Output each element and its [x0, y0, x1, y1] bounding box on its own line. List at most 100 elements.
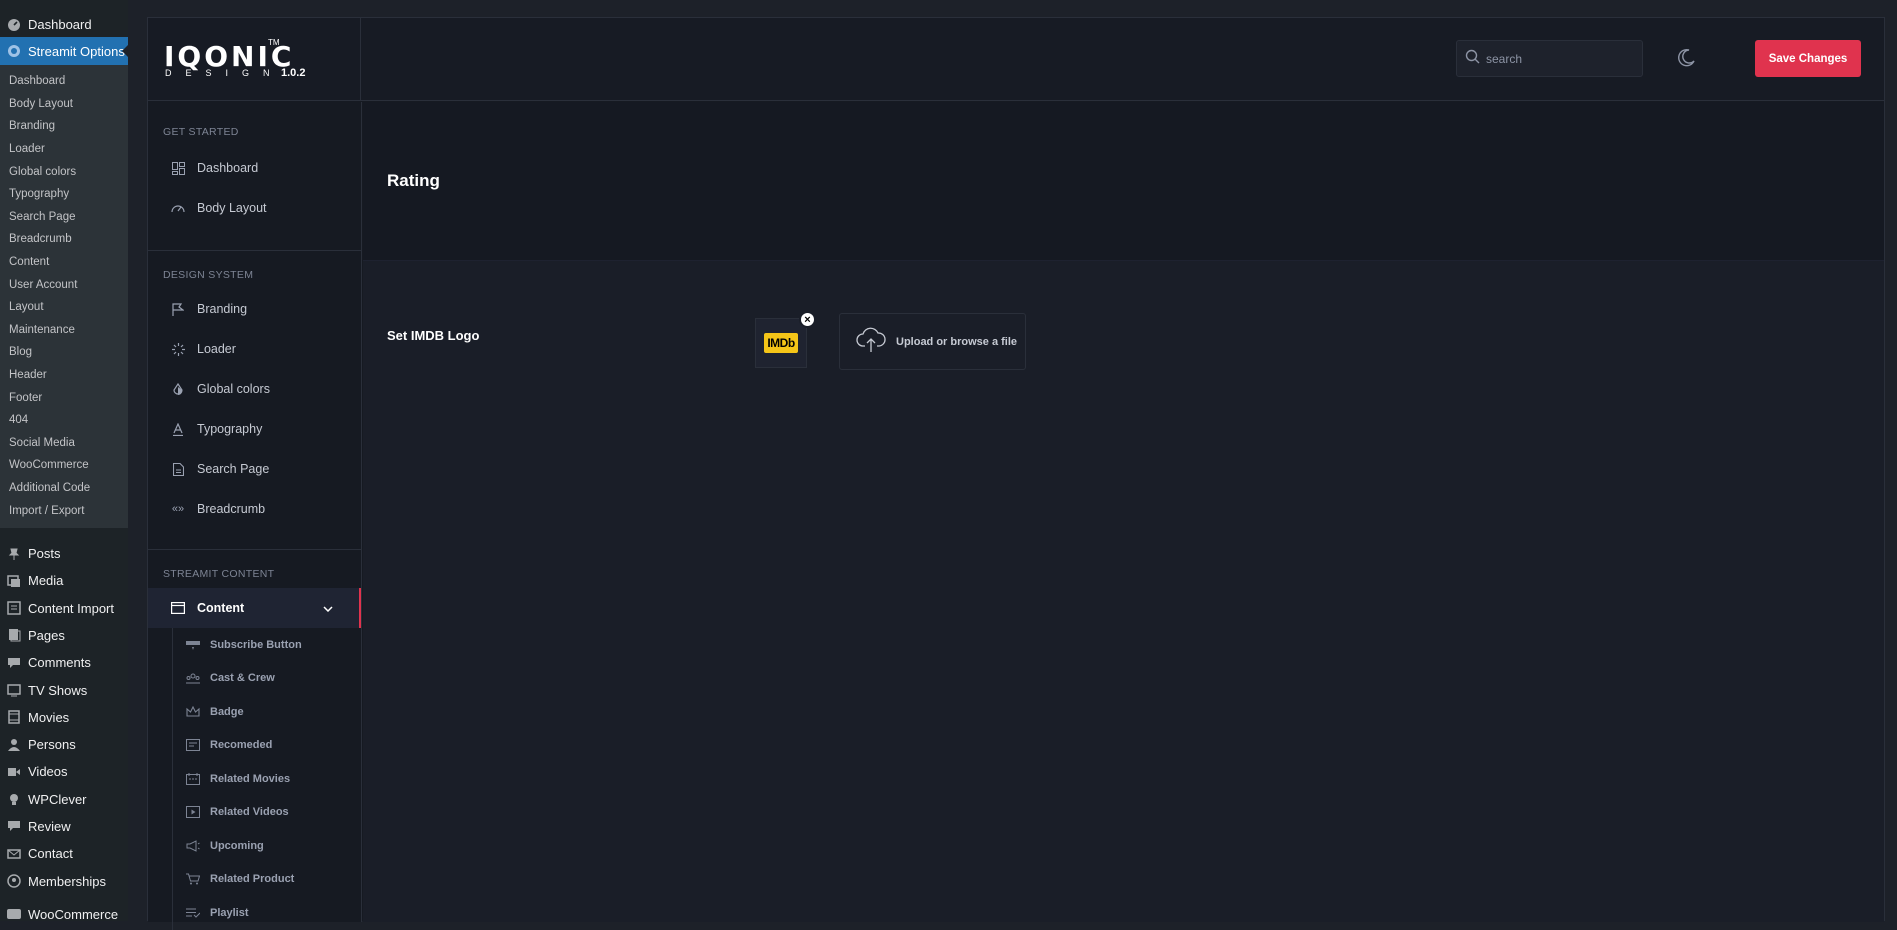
- wp-menu-contact[interactable]: Contact: [0, 840, 128, 867]
- nav-item-body-layout[interactable]: Body Layout: [148, 188, 361, 228]
- wp-menu-comments[interactable]: Comments: [0, 649, 128, 676]
- logo-trademark: TM: [268, 38, 280, 47]
- wp-submenu-item[interactable]: Dashboard: [0, 70, 128, 93]
- nav-item-label: Global colors: [197, 382, 270, 396]
- wp-menu-label: WooCommerce: [28, 906, 119, 922]
- wp-menu-streamit-options[interactable]: Streamit Options: [0, 37, 128, 65]
- imdb-logo: IMDb: [764, 333, 798, 353]
- wp-menu-videos[interactable]: Videos: [0, 758, 128, 785]
- wp-submenu-item[interactable]: Branding: [0, 115, 128, 138]
- group-icon: [186, 672, 200, 684]
- wp-menu-label: Posts: [28, 546, 61, 562]
- wp-menu-persons[interactable]: Persons: [0, 731, 128, 758]
- media-icon: [6, 573, 22, 589]
- nav-subitem-playlist[interactable]: Playlist: [148, 896, 361, 930]
- wp-submenu-item[interactable]: 404: [0, 409, 128, 432]
- nav-subitem-related-product[interactable]: Related Product: [148, 862, 361, 897]
- nav-item-label: Dashboard: [197, 161, 259, 175]
- search-input[interactable]: [1486, 51, 1636, 66]
- wp-submenu-item[interactable]: Maintenance: [0, 319, 128, 342]
- nav-item-global-colors[interactable]: Global colors: [148, 369, 361, 409]
- nav-group-title: DESIGN SYSTEM: [163, 269, 254, 281]
- wp-menu-posts[interactable]: Posts: [0, 540, 128, 567]
- wp-submenu-item[interactable]: Social Media: [0, 432, 128, 455]
- person-icon: [6, 737, 22, 753]
- loader-icon: [171, 342, 185, 356]
- wp-menu-media[interactable]: Media: [0, 567, 128, 594]
- tv-icon: [6, 682, 22, 698]
- megaphone-icon: [186, 839, 200, 852]
- save-changes-button[interactable]: Save Changes: [1755, 40, 1861, 77]
- wp-menu-label: Review: [28, 818, 71, 834]
- wp-menu-bottom: Posts Media Content Import Pages Comment…: [0, 528, 128, 928]
- wp-submenu-item[interactable]: Body Layout: [0, 93, 128, 116]
- wp-menu-memberships[interactable]: Memberships: [0, 867, 128, 894]
- gauge-icon: [171, 201, 185, 215]
- nav-item-label: Body Layout: [197, 201, 267, 215]
- chevron-down-icon: [323, 601, 333, 615]
- wp-submenu-item[interactable]: Layout: [0, 296, 128, 319]
- wp-submenu-item[interactable]: Global colors: [0, 160, 128, 183]
- wp-menu-label: Content Import: [28, 600, 114, 616]
- wp-submenu-item[interactable]: Additional Code: [0, 477, 128, 500]
- wp-submenu-item[interactable]: Import / Export: [0, 499, 128, 522]
- wp-menu-tv-shows[interactable]: TV Shows: [0, 676, 128, 703]
- field-label: Set IMDB Logo: [387, 328, 480, 343]
- nav-subitem-related-videos[interactable]: Related Videos: [148, 795, 361, 830]
- nav-item-loader[interactable]: Loader: [148, 329, 361, 369]
- wp-menu-pages[interactable]: Pages: [0, 622, 128, 649]
- wp-menu-wpclever[interactable]: WPClever: [0, 786, 128, 813]
- wp-menu-label: Pages: [28, 627, 65, 643]
- wp-menu-woocommerce[interactable]: WooCommerce: [0, 901, 128, 928]
- nav-subitem-recomeded[interactable]: Recomeded: [148, 728, 361, 763]
- wp-submenu-item[interactable]: Footer: [0, 386, 128, 409]
- members-icon: [6, 873, 22, 889]
- nav-group-title: GET STARTED: [163, 126, 239, 138]
- upload-label: Upload or browse a file: [896, 335, 1018, 348]
- flag-icon: [171, 302, 185, 316]
- wp-menu-dashboard[interactable]: Dashboard: [0, 12, 128, 37]
- wp-submenu-item[interactable]: Typography: [0, 183, 128, 206]
- cloud-upload-icon: [856, 327, 886, 356]
- nav-subitem-subscribe-button[interactable]: Subscribe Button: [148, 628, 361, 662]
- nav-subitem-cast-crew[interactable]: Cast & Crew: [148, 661, 361, 696]
- wp-submenu-item[interactable]: Loader: [0, 138, 128, 161]
- nav-subitem-label: Related Product: [210, 873, 295, 886]
- wp-menu-content-import[interactable]: Content Import: [0, 594, 128, 621]
- nav-item-typography[interactable]: Typography: [148, 409, 361, 449]
- wp-submenu-item[interactable]: User Account: [0, 273, 128, 296]
- dashboard-icon: [6, 17, 22, 33]
- film-icon: [6, 709, 22, 725]
- nav-item-search-page[interactable]: Search Page: [148, 449, 361, 489]
- wp-menu-label: WPClever: [28, 791, 87, 807]
- dark-mode-toggle-moon-icon[interactable]: [1676, 48, 1696, 68]
- nav-subitem-label: Subscribe Button: [210, 638, 302, 651]
- upload-button[interactable]: Upload or browse a file: [839, 313, 1026, 370]
- wp-submenu-item[interactable]: WooCommerce: [0, 454, 128, 477]
- nav-subitem-badge[interactable]: Badge: [148, 695, 361, 729]
- wp-submenu-item[interactable]: Header: [0, 364, 128, 387]
- options-topbar: IQONIC TM DESIGN 1.0.2 Save Changes: [148, 18, 1884, 101]
- wp-submenu-item[interactable]: Content: [0, 251, 128, 274]
- nav-subitem-label: Recomeded: [210, 739, 273, 752]
- remove-image-close-icon[interactable]: ×: [799, 311, 816, 328]
- wp-submenu: Dashboard Body Layout Branding Loader Gl…: [0, 65, 128, 528]
- wp-submenu-item[interactable]: Search Page: [0, 206, 128, 229]
- nav-item-dashboard[interactable]: Dashboard: [148, 148, 361, 188]
- nav-item-branding[interactable]: Branding: [148, 289, 361, 329]
- nav-item-breadcrumb[interactable]: «» Breadcrumb: [148, 489, 361, 529]
- import-icon: [6, 600, 22, 616]
- wp-submenu-item[interactable]: Breadcrumb: [0, 228, 128, 251]
- wp-menu-movies[interactable]: Movies: [0, 704, 128, 731]
- wp-menu-review[interactable]: Review: [0, 813, 128, 840]
- wp-submenu-item[interactable]: Blog: [0, 341, 128, 364]
- type-icon: [171, 422, 185, 436]
- nav-subitem-related-movies[interactable]: Related Movies: [148, 762, 361, 796]
- nav-subitem-upcoming[interactable]: Upcoming: [148, 829, 361, 863]
- logo-preview: IMDb: [755, 318, 807, 368]
- nav-item-content[interactable]: Content: [148, 588, 361, 628]
- wp-menu-label: Videos: [28, 764, 68, 780]
- search-box[interactable]: [1456, 40, 1643, 77]
- calendar-icon: [186, 772, 200, 785]
- section-header: Rating: [363, 102, 1884, 261]
